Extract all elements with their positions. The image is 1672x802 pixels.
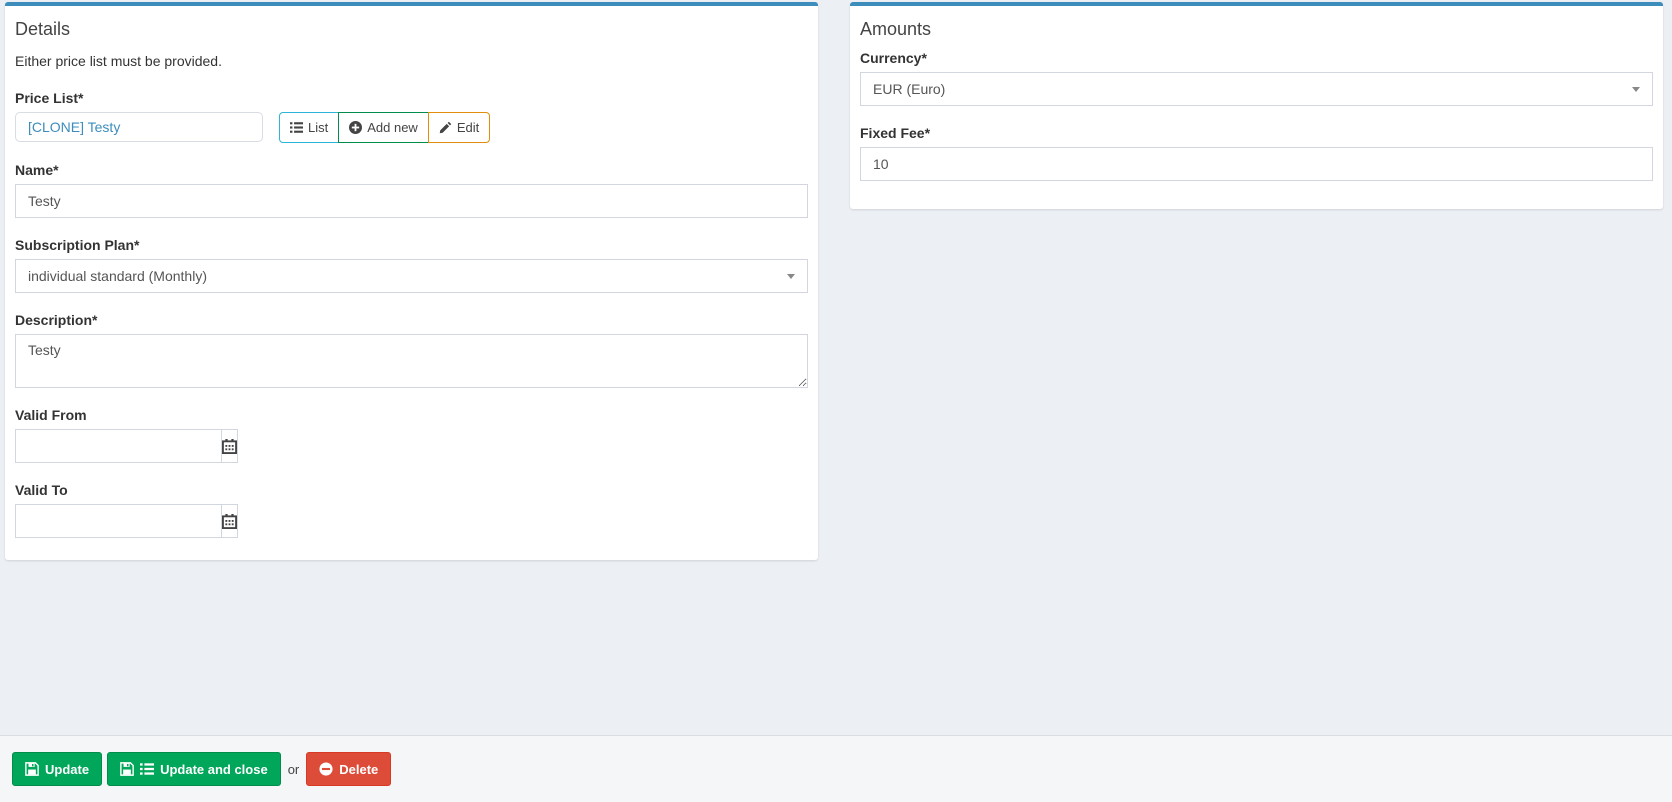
action-footer: Update Update and close or Delete [0,735,1672,802]
currency-group: Currency* EUR (Euro) [860,49,1653,106]
minus-circle-icon [319,762,333,776]
description-group: Description* Testy [15,311,808,388]
price-list-edit-button[interactable]: Edit [428,112,490,143]
valid-from-input[interactable] [15,429,222,463]
valid-from-group: Valid From [15,406,808,463]
details-panel-title: Details [5,6,818,49]
fixed-fee-label: Fixed Fee* [860,124,1653,142]
valid-to-label: Valid To [15,481,808,499]
price-list-list-button[interactable]: List [279,112,339,143]
price-list-edit-label: Edit [457,118,479,137]
update-button-label: Update [45,762,89,777]
amounts-panel: Amounts Currency* EUR (Euro) Fixed Fee* [850,2,1663,209]
save-icon [120,762,134,776]
valid-to-input[interactable] [15,504,222,538]
subscription-plan-group: Subscription Plan* individual standard (… [15,236,808,293]
valid-to-calendar-button[interactable] [221,504,238,538]
name-input[interactable] [15,184,808,218]
valid-to-group: Valid To [15,481,808,538]
fixed-fee-group: Fixed Fee* [860,124,1653,181]
chevron-down-icon [1632,87,1640,92]
calendar-icon [222,514,237,529]
pencil-icon [439,121,452,134]
list-icon [140,762,154,776]
currency-value: EUR (Euro) [873,81,945,97]
fixed-fee-input[interactable] [860,147,1653,181]
name-label: Name* [15,161,808,179]
amounts-panel-title: Amounts [850,6,1663,49]
valid-from-calendar-button[interactable] [221,429,238,463]
currency-label: Currency* [860,49,1653,67]
list-icon [290,121,303,134]
subscription-plan-select[interactable]: individual standard (Monthly) [15,259,808,293]
price-list-hint: Either price list must be provided. [15,53,808,69]
update-and-close-button-label: Update and close [160,762,268,777]
price-list-add-new-label: Add new [367,118,418,137]
description-label: Description* [15,311,808,329]
description-textarea[interactable]: Testy [15,334,808,388]
price-list-list-label: List [308,118,328,137]
delete-button[interactable]: Delete [306,752,391,786]
price-list-label: Price List* [15,89,808,107]
price-list-group: Price List* [CLONE] Testy List [15,89,808,143]
price-list-add-new-button[interactable]: Add new [338,112,429,143]
update-button[interactable]: Update [12,752,102,786]
calendar-icon [222,439,237,454]
name-group: Name* [15,161,808,218]
price-list-button-group: List Add new Edit [279,112,490,143]
subscription-plan-value: individual standard (Monthly) [28,268,207,284]
or-separator: or [288,762,300,777]
currency-select[interactable]: EUR (Euro) [860,72,1653,106]
content-area: Details Either price list must be provid… [5,2,1663,560]
plus-circle-icon [349,121,362,134]
valid-from-label: Valid From [15,406,808,424]
price-list-value[interactable]: [CLONE] Testy [15,112,263,142]
update-and-close-button[interactable]: Update and close [107,752,281,786]
details-panel: Details Either price list must be provid… [5,2,818,560]
chevron-down-icon [787,274,795,279]
subscription-plan-label: Subscription Plan* [15,236,808,254]
save-icon [25,762,39,776]
delete-button-label: Delete [339,762,378,777]
